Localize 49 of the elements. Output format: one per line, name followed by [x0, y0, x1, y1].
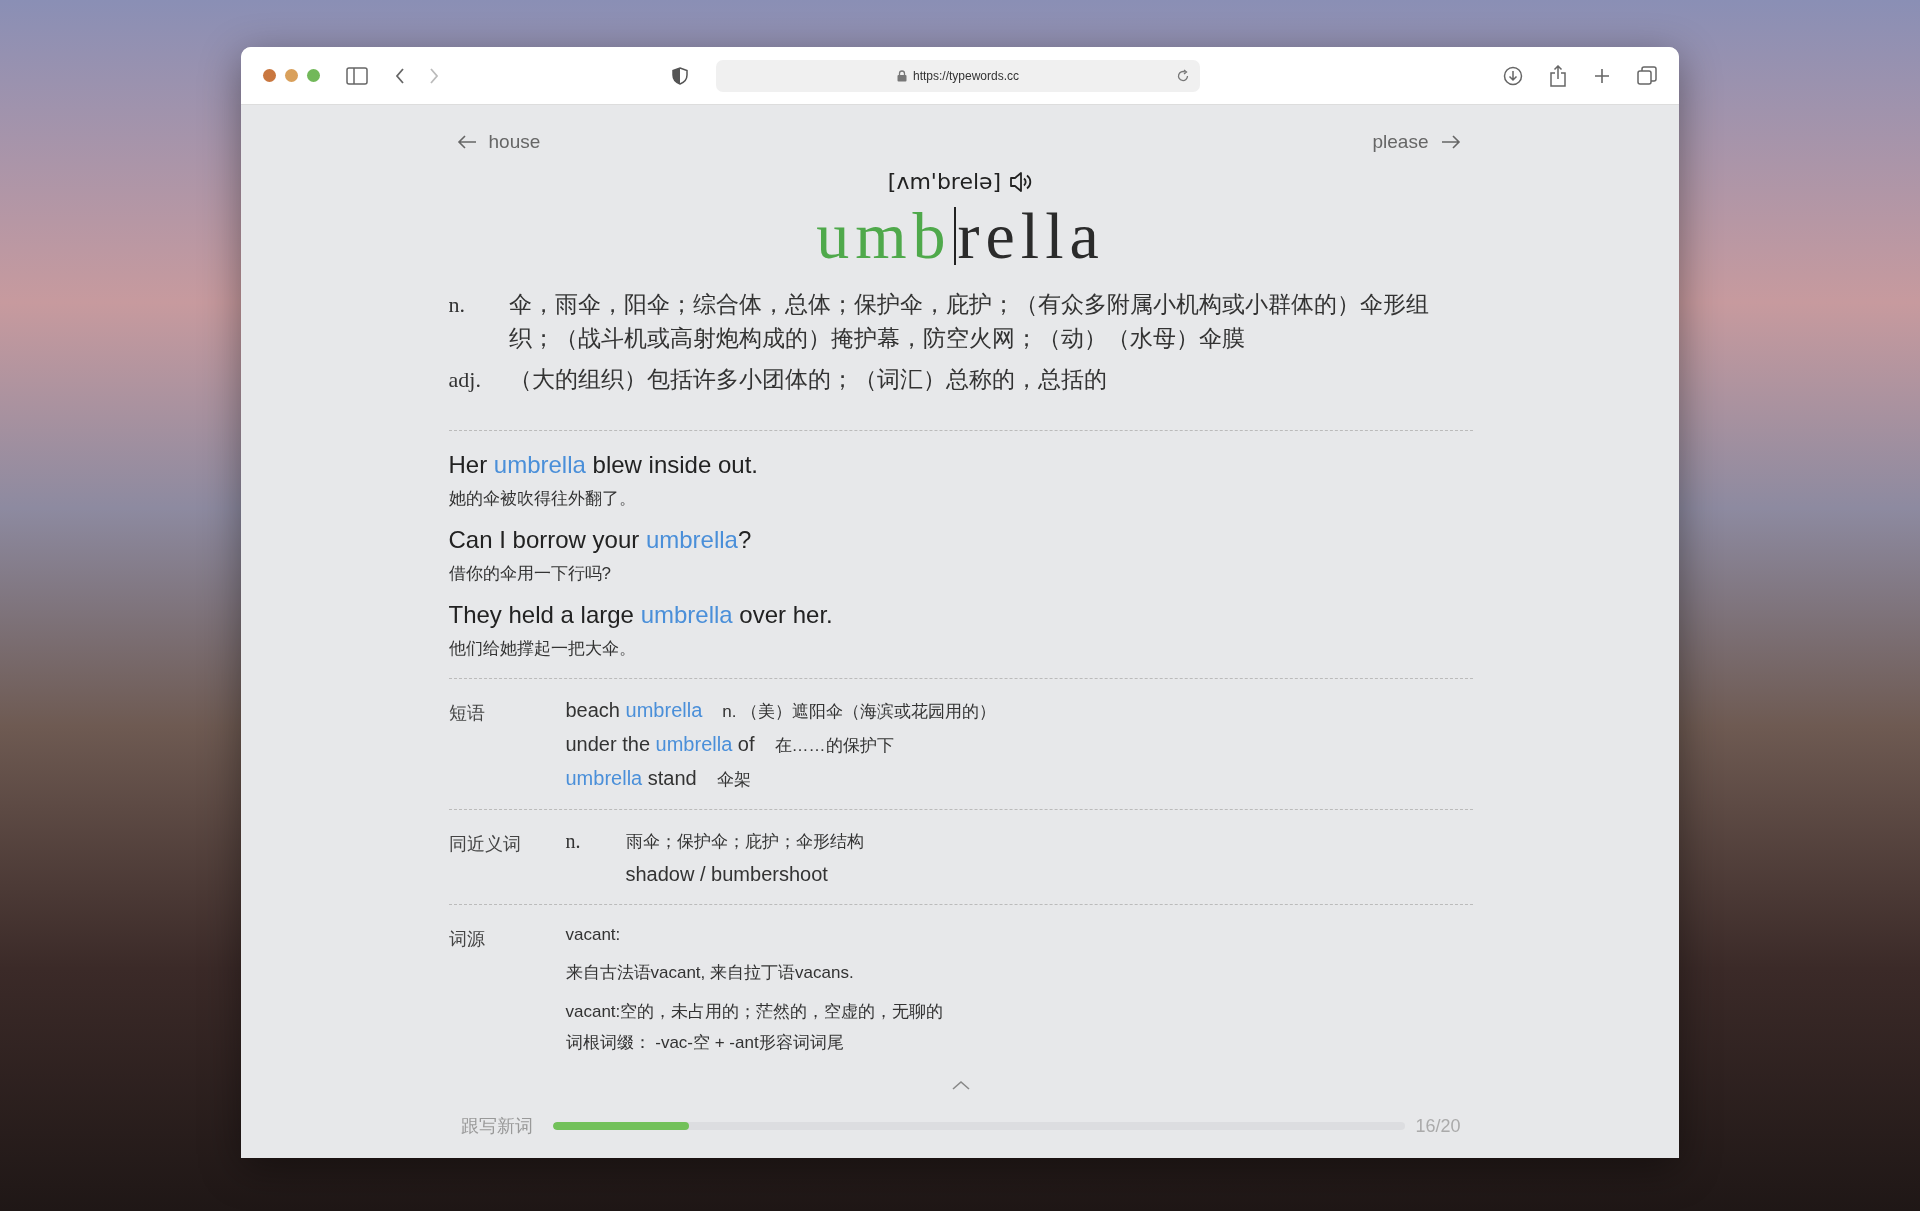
example-translation: 她的伞被吹得往外翻了。 — [448, 488, 637, 510]
share-icon[interactable] — [1549, 64, 1567, 87]
example-sentence: They held a large umbrella over her. — [448, 601, 834, 629]
section-label: 短语 — [448, 702, 486, 725]
example-translation: 借你的伞用一下行吗? — [448, 563, 612, 585]
phrase-meaning: 伞架 — [716, 769, 751, 791]
section-label: 同近义词 — [448, 833, 522, 856]
download-icon[interactable] — [1503, 65, 1523, 86]
progress-count: 16/20 — [1415, 1115, 1461, 1137]
section-label: 词源 — [448, 928, 486, 951]
close-button[interactable] — [263, 69, 276, 82]
etymology-text: vacant: — [565, 925, 622, 945]
definition-text: 伞，雨伞，阳伞；综合体，总体；保护伞，庇护；（有众多附属小机构或小群体的）伞形组织；（战斗机或高射炮构成的）掩护幕，防空火网；（动）（水母）伞膜 — [508, 290, 1430, 353]
example-translation: 他们给她撑起一把大伞。 — [448, 638, 637, 660]
shield-icon[interactable] — [672, 66, 688, 85]
next-word-link[interactable]: please — [1372, 131, 1461, 153]
phrase-meaning: 在……的保护下 — [774, 735, 894, 757]
etymology-text: 来自古法语vacant, 来自拉丁语vacans. — [565, 962, 855, 984]
etymology-text: 词根词缀： -vac-空 + -ant形容词词尾 — [565, 1032, 845, 1054]
address-bar[interactable]: https://typewords.cc — [716, 59, 1200, 92]
url-text: https://typewords.cc — [912, 68, 1019, 83]
phrase-text: beach umbrella — [565, 699, 703, 722]
arrow-left-icon — [456, 135, 477, 149]
part-of-speech: adj. — [448, 367, 482, 394]
speaker-icon[interactable] — [1009, 170, 1034, 193]
phrase-text: under the umbrella of — [565, 733, 755, 756]
part-of-speech: n. — [448, 292, 466, 319]
etymology-text: vacant:空的，未占用的；茫然的，空虚的，无聊的 — [565, 1001, 944, 1023]
lock-icon — [896, 69, 907, 82]
plus-icon[interactable] — [1593, 66, 1611, 85]
definition-text: （大的组织）包括许多小团体的；（词汇）总称的，总括的 — [508, 365, 1107, 394]
example-sentence: Can I borrow your umbrella? — [448, 526, 753, 554]
zoom-button[interactable] — [307, 69, 320, 82]
chevron-up-icon[interactable] — [951, 1080, 970, 1090]
synonym-words: shadow / bumbershoot — [625, 863, 829, 886]
phrase-meaning: n. （美）遮阳伞（海滨或花园用的） — [722, 701, 997, 723]
part-of-speech: n. — [565, 830, 582, 854]
progress-label: 跟写新词 — [460, 1115, 534, 1138]
previous-word-link[interactable]: house — [456, 131, 541, 153]
tabs-icon[interactable] — [1637, 65, 1657, 86]
sidebar-icon[interactable] — [346, 66, 368, 85]
word-input[interactable]: umb rella — [816, 196, 1105, 276]
phonetic-text: [ʌm'brelə] — [887, 169, 1002, 194]
back-icon[interactable] — [394, 66, 406, 85]
arrow-right-icon — [1440, 135, 1461, 149]
phrase-text: umbrella stand — [565, 767, 697, 790]
reload-icon[interactable] — [1176, 68, 1190, 83]
example-sentence: Her umbrella blew inside out. — [448, 451, 759, 479]
synonym-meaning: 雨伞；保护伞；庇护；伞形结构 — [625, 831, 864, 853]
